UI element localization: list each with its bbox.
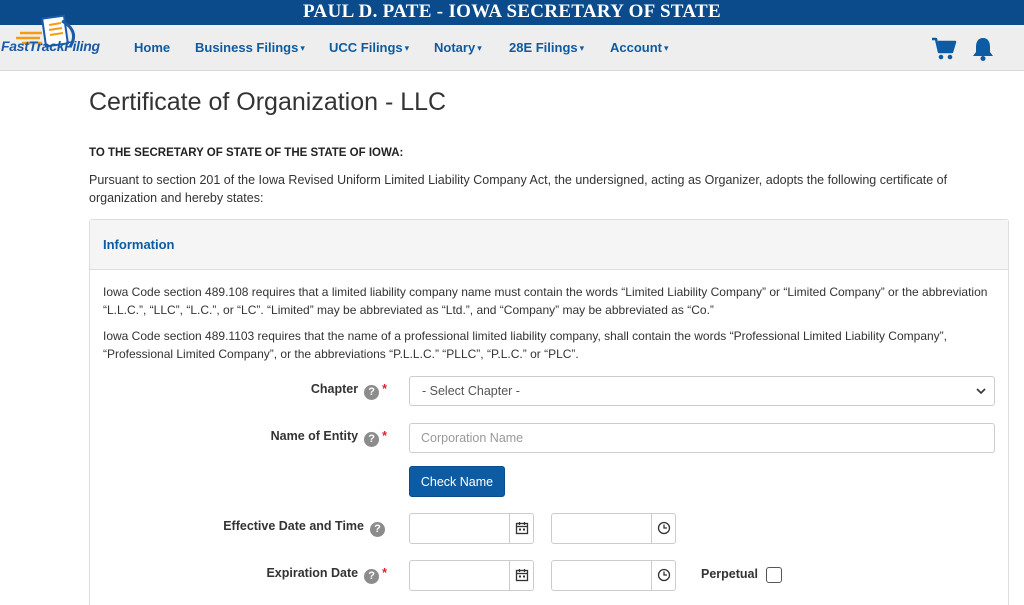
page-title: Certificate of Organization - LLC bbox=[89, 88, 447, 116]
effective-time-input[interactable] bbox=[551, 513, 676, 544]
nav-home[interactable]: Home bbox=[134, 40, 170, 55]
nav-account[interactable]: Account ▾ bbox=[610, 40, 669, 55]
effective-label-group: Effective Date and Time? bbox=[190, 519, 387, 539]
nav-28e-filings-label: 28E Filings bbox=[509, 40, 578, 55]
required-marker: * bbox=[382, 429, 387, 443]
nav-ucc-filings-label: UCC Filings bbox=[329, 40, 403, 55]
calendar-button[interactable] bbox=[509, 561, 533, 590]
chapter-select[interactable]: - Select Chapter - bbox=[409, 376, 995, 406]
nav-business-filings-label: Business Filings bbox=[195, 40, 299, 55]
chapter-label-group: Chapter? * bbox=[190, 382, 387, 402]
expiration-date-input[interactable] bbox=[409, 560, 534, 591]
entity-name-label-text: Name of Entity bbox=[270, 429, 359, 443]
bell-icon[interactable] bbox=[972, 36, 994, 62]
clock-button[interactable] bbox=[651, 561, 675, 590]
help-icon[interactable]: ? bbox=[364, 385, 380, 400]
main-navbar: FastTrackFiling Home Business Filings ▾ U… bbox=[0, 14, 1024, 71]
expiration-label-text: Expiration Date bbox=[266, 566, 359, 580]
nav-28e-filings[interactable]: 28E Filings ▾ bbox=[509, 40, 584, 55]
entity-name-label: Name of Entity? * bbox=[271, 429, 387, 447]
nav-notary-label: Notary bbox=[434, 40, 476, 55]
caret-down-icon: ▾ bbox=[404, 43, 410, 53]
help-icon[interactable]: ? bbox=[364, 569, 380, 584]
clock-icon bbox=[657, 568, 671, 582]
clock-button[interactable] bbox=[651, 514, 675, 543]
expiration-label: Expiration Date? * bbox=[266, 566, 387, 584]
chapter-label-text: Chapter bbox=[310, 382, 359, 396]
effective-date-input[interactable] bbox=[409, 513, 534, 544]
chapter-label: Chapter? * bbox=[311, 382, 387, 400]
caret-down-icon: ▾ bbox=[579, 43, 585, 53]
code-489-1103-text: Iowa Code section 489.1103 requires that… bbox=[103, 329, 947, 361]
entity-name-input[interactable] bbox=[409, 423, 995, 453]
expiration-label-group: Expiration Date? * bbox=[190, 566, 387, 586]
code-489-108-text: Iowa Code section 489.108 requires that … bbox=[103, 285, 988, 317]
calendar-button[interactable] bbox=[509, 514, 533, 543]
expiration-time-input[interactable] bbox=[551, 560, 676, 591]
perpetual-label: Perpetual bbox=[701, 567, 758, 581]
caret-down-icon: ▾ bbox=[477, 43, 482, 53]
nav-account-label: Account bbox=[610, 40, 662, 55]
panel-heading: Information bbox=[90, 220, 1008, 270]
required-marker: * bbox=[382, 382, 387, 396]
check-name-button[interactable]: Check Name bbox=[409, 466, 505, 497]
required-marker: * bbox=[382, 566, 387, 580]
intro-paragraph: Pursuant to section 201 of the Iowa Revi… bbox=[89, 173, 948, 205]
effective-label: Effective Date and Time? bbox=[223, 519, 385, 537]
perpetual-checkbox[interactable] bbox=[766, 567, 782, 583]
caret-down-icon: ▾ bbox=[664, 43, 669, 53]
calendar-icon bbox=[515, 569, 529, 582]
cart-icon[interactable] bbox=[931, 37, 957, 61]
effective-label-text: Effective Date and Time bbox=[223, 519, 364, 533]
nav-notary[interactable]: Notary ▾ bbox=[434, 40, 482, 55]
logo-text: FastTrackFiling bbox=[1, 38, 100, 54]
help-icon[interactable]: ? bbox=[364, 432, 380, 447]
caret-down-icon: ▾ bbox=[300, 43, 305, 53]
fasttrackfiling-logo[interactable]: FastTrackFiling bbox=[0, 13, 120, 69]
nav-business-filings[interactable]: Business Filings ▾ bbox=[195, 40, 305, 55]
site-banner: PAUL D. PATE - IOWA SECRETARY OF STATE bbox=[0, 0, 1024, 25]
help-icon[interactable]: ? bbox=[370, 522, 385, 537]
entity-name-label-group: Name of Entity? * bbox=[190, 429, 387, 449]
chapter-select-value: - Select Chapter - bbox=[422, 384, 520, 398]
chevron-down-icon bbox=[976, 388, 986, 395]
calendar-icon bbox=[515, 522, 529, 535]
clock-icon bbox=[657, 521, 671, 535]
nav-home-label: Home bbox=[134, 40, 171, 55]
nav-ucc-filings[interactable]: UCC Filings ▾ bbox=[329, 40, 409, 55]
information-panel: Information Iowa Code section 489.108 re… bbox=[89, 219, 1009, 605]
addressee-heading: TO THE SECRETARY OF STATE OF THE STATE O… bbox=[89, 147, 404, 159]
